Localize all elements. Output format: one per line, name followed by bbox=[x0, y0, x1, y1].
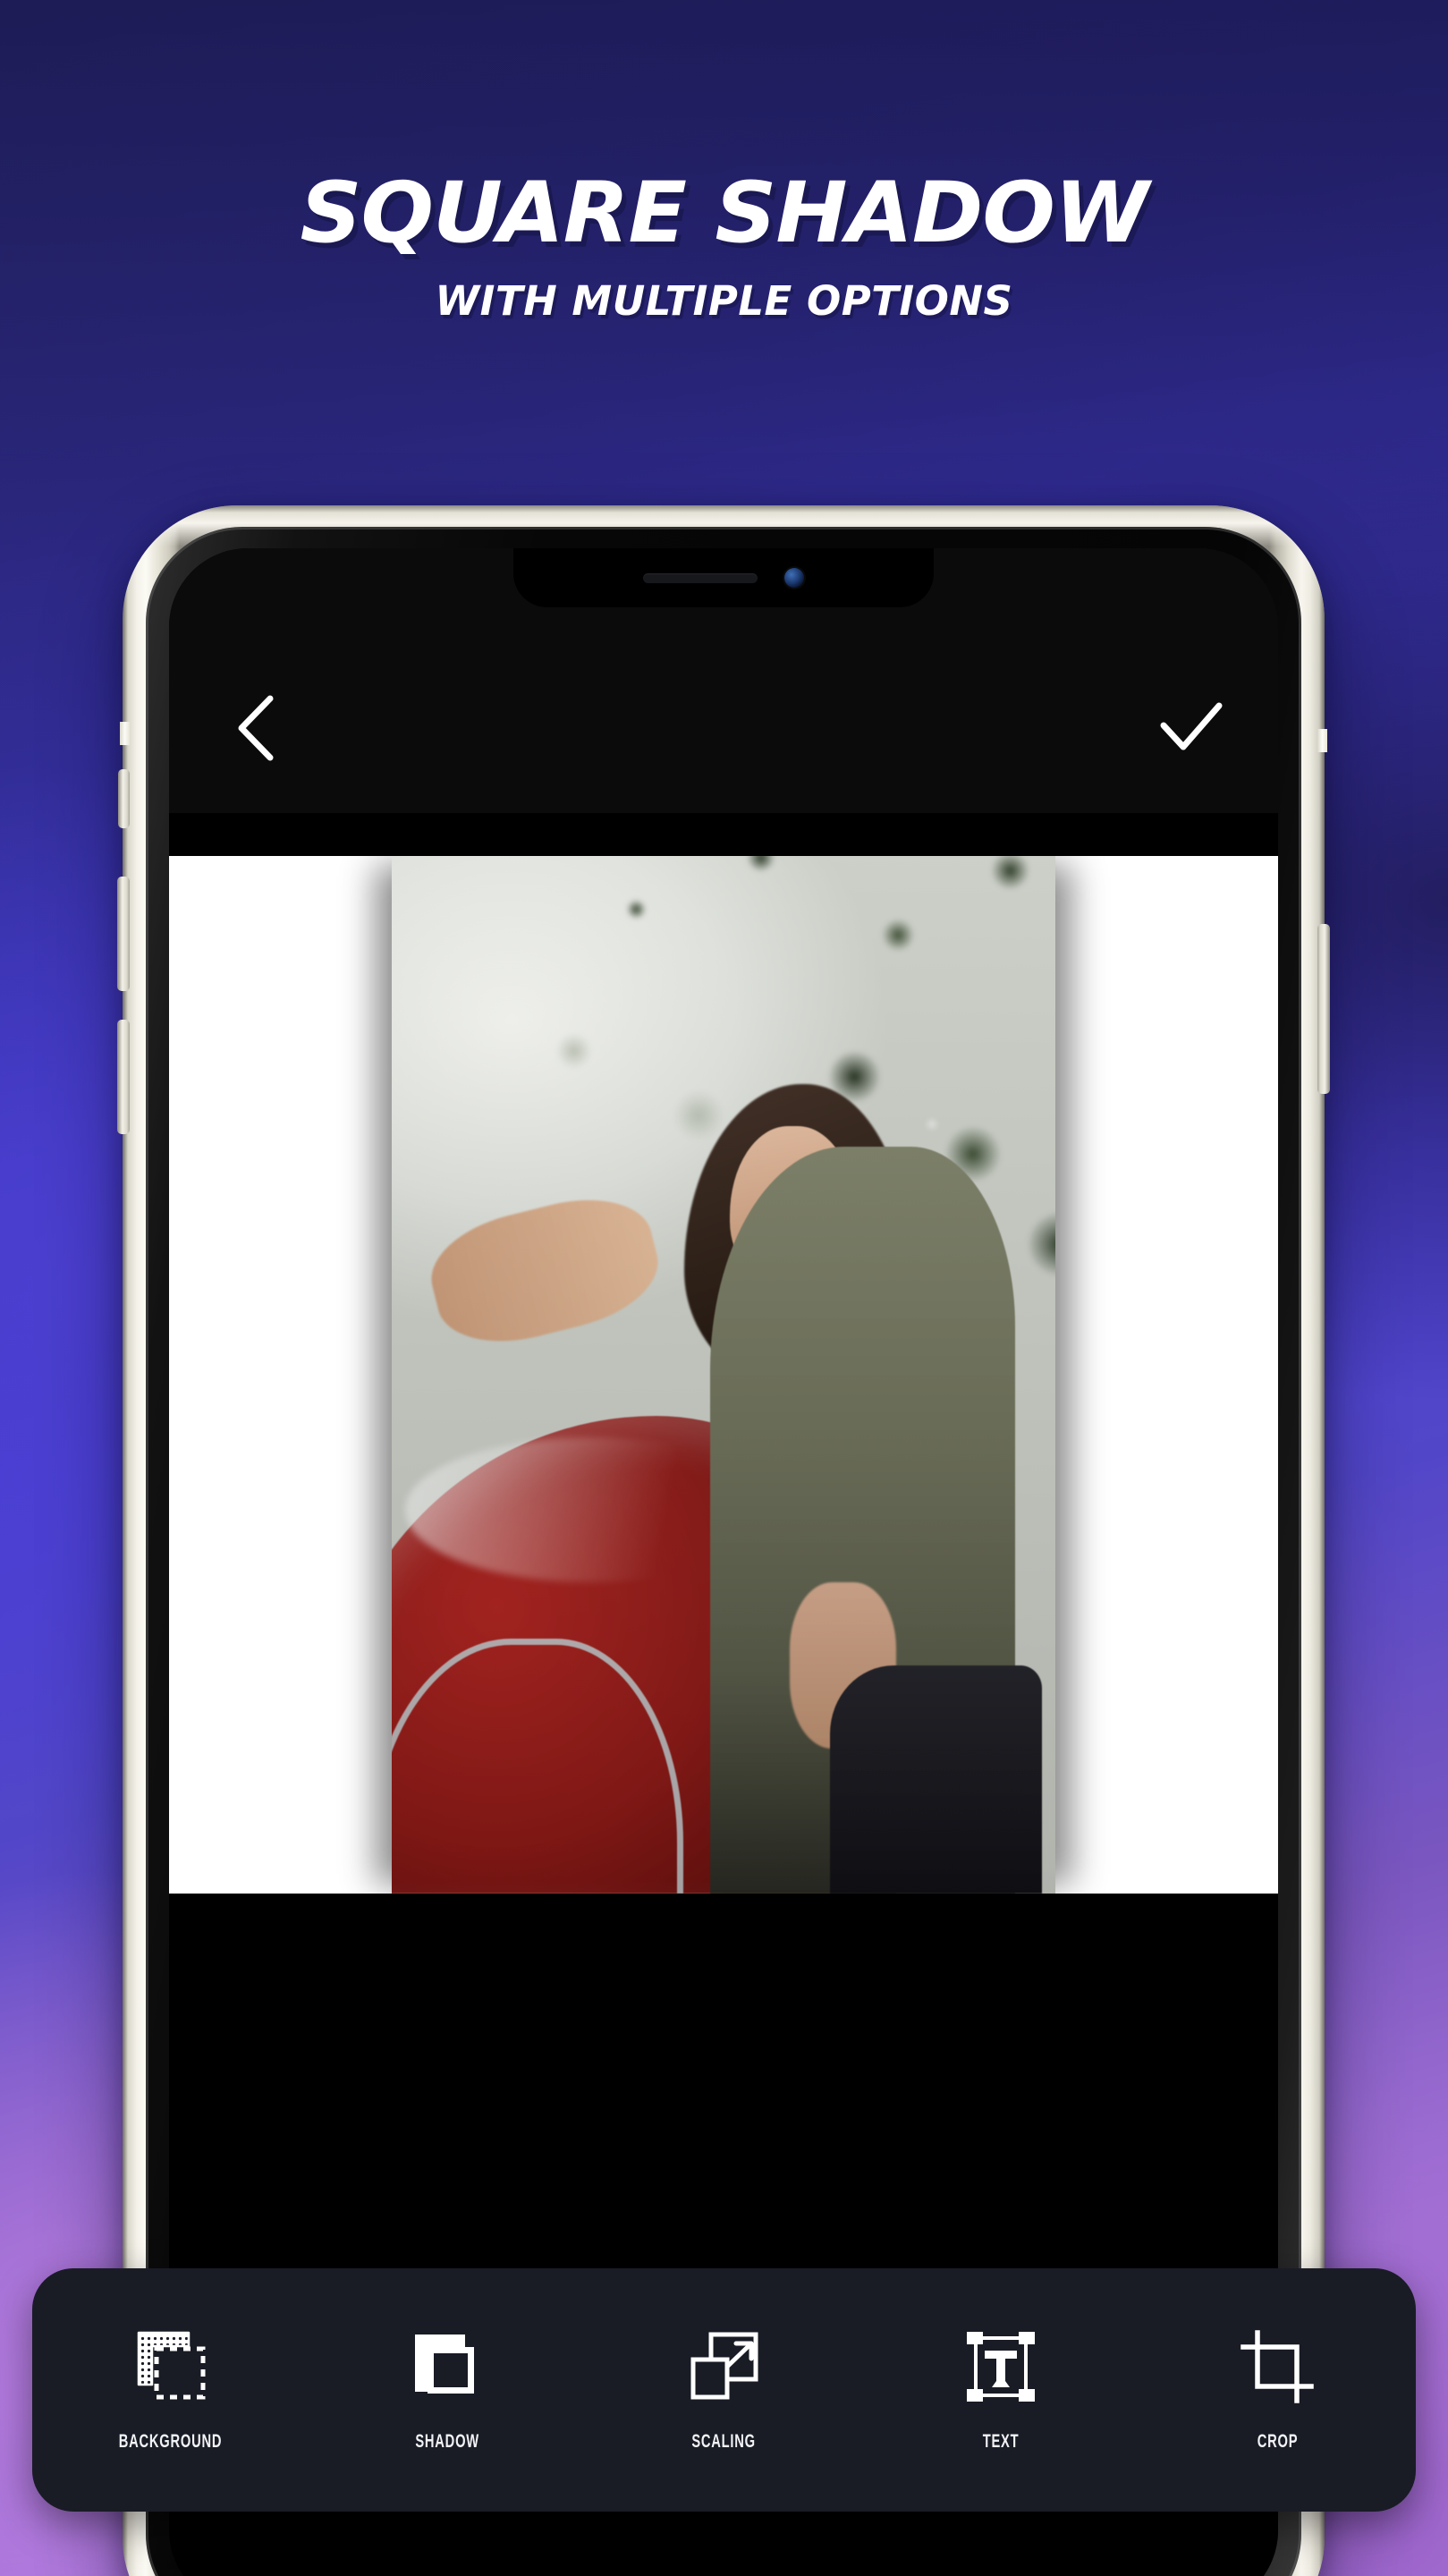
toolbar-item-text[interactable]: TEXT bbox=[909, 2327, 1093, 2453]
back-button[interactable] bbox=[221, 693, 291, 763]
toolbar-label-background: BACKGROUND bbox=[118, 2431, 223, 2452]
toolbar-label-scaling: SCALING bbox=[691, 2431, 757, 2452]
crop-icon bbox=[1240, 2327, 1315, 2404]
power-button[interactable] bbox=[1317, 924, 1330, 1094]
promo-text-block: SQUARE SHADOW WITH MULTIPLE OPTIONS bbox=[0, 165, 1448, 325]
text-box-t-icon bbox=[963, 2327, 1038, 2404]
confirm-button[interactable] bbox=[1156, 693, 1226, 763]
mute-switch[interactable] bbox=[118, 769, 130, 828]
promo-banner: SQUARE SHADOW WITH MULTIPLE OPTIONS BACK… bbox=[0, 0, 1448, 2576]
front-camera-icon bbox=[784, 568, 804, 588]
volume-down-button[interactable] bbox=[117, 1020, 130, 1134]
phone-mockup bbox=[117, 505, 1330, 2576]
antenna-band-right bbox=[1317, 729, 1327, 752]
offset-square-shadow-icon bbox=[410, 2327, 485, 2404]
photo-content bbox=[392, 856, 1055, 1894]
toolbar-item-scaling[interactable]: SCALING bbox=[631, 2327, 816, 2453]
background-layers-icon bbox=[133, 2327, 208, 2404]
toolbar-label-text: TEXT bbox=[982, 2431, 1020, 2452]
toolbar-label-shadow: SHADOW bbox=[415, 2431, 479, 2452]
editor-toolbar: BACKGROUND SHADOW SCALING TEXT CROP bbox=[32, 2268, 1416, 2512]
toolbar-label-crop: CROP bbox=[1257, 2431, 1299, 2452]
phone-notch bbox=[513, 548, 934, 607]
check-icon bbox=[1160, 702, 1223, 750]
toolbar-item-crop[interactable]: CROP bbox=[1185, 2327, 1369, 2453]
toolbar-item-background[interactable]: BACKGROUND bbox=[79, 2327, 263, 2453]
page-subtitle: WITH MULTIPLE OPTIONS bbox=[435, 277, 1013, 325]
earpiece-speaker-icon bbox=[643, 572, 758, 583]
chevron-left-icon bbox=[238, 695, 274, 761]
antenna-band-left bbox=[120, 722, 130, 745]
edited-photo[interactable] bbox=[392, 856, 1055, 1894]
volume-up-button[interactable] bbox=[117, 877, 130, 991]
scale-arrow-squares-icon bbox=[686, 2327, 761, 2404]
page-title: SQUARE SHADOW bbox=[300, 165, 1148, 262]
toolbar-item-shadow[interactable]: SHADOW bbox=[355, 2327, 539, 2453]
photo-grain-overlay bbox=[392, 856, 1055, 1894]
